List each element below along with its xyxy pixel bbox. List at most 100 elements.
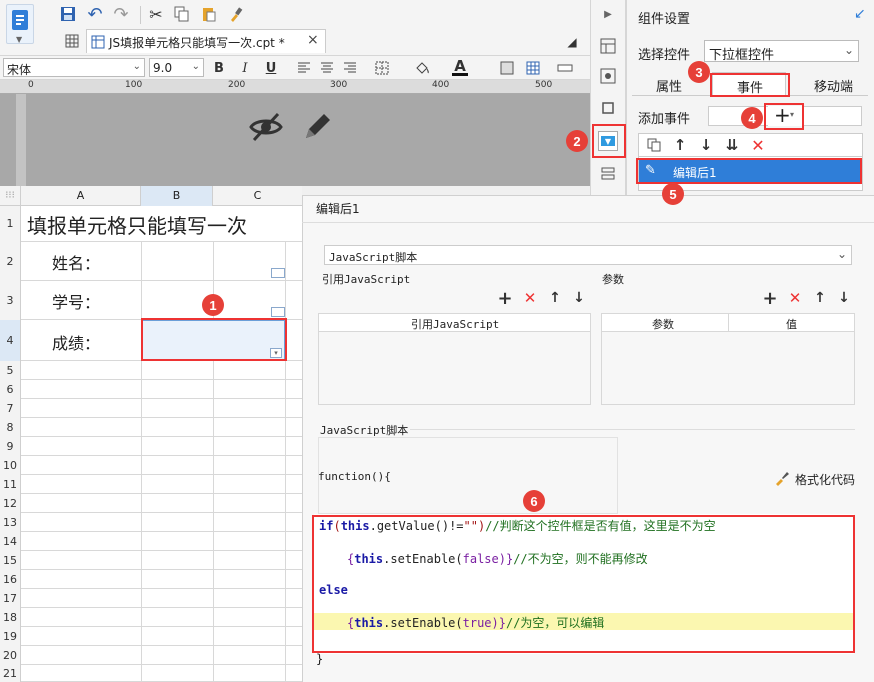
row-header[interactable]: 17 (0, 589, 21, 608)
cut-icon[interactable]: ✂ (146, 4, 166, 24)
column-header-c[interactable]: C (213, 186, 302, 206)
row-header[interactable]: 2 (0, 242, 21, 281)
annotation-badge-3: 3 (688, 61, 710, 83)
condition-icon[interactable] (598, 164, 618, 184)
vertical-ruler (16, 94, 26, 186)
sheet-row (0, 665, 302, 682)
save-icon[interactable] (58, 4, 78, 24)
table-icon[interactable] (523, 58, 543, 78)
row-header[interactable]: 4 (0, 320, 21, 361)
annotation-box-6 (312, 515, 855, 653)
paste-icon[interactable] (199, 4, 219, 24)
bold-button[interactable]: B (209, 58, 229, 78)
merge-cells-icon[interactable] (497, 58, 517, 78)
sheet-row (0, 437, 302, 456)
close-tab-icon[interactable]: × (307, 32, 319, 48)
delete-param-icon[interactable]: ✕ (785, 288, 805, 308)
row-header[interactable]: 3 (0, 281, 21, 320)
param-up-icon[interactable]: ↑ (810, 288, 830, 308)
app-logo-icon[interactable]: ▼ (6, 4, 34, 44)
panel-title: 组件设置 (638, 12, 691, 27)
report-tab[interactable]: JS填报单元格只能填写一次.cpt * × (86, 29, 326, 53)
row-header[interactable]: 11 (0, 475, 21, 494)
select-widget-dropdown[interactable]: 下拉框控件 ⌄ (704, 40, 859, 63)
sheet-title: 填报单元格只能填写一次 (27, 214, 247, 238)
move-bottom-icon[interactable]: ⇊ (722, 135, 742, 155)
row-header[interactable]: 10 (0, 456, 21, 475)
row-header[interactable]: 9 (0, 437, 21, 456)
report-tab-title: JS填报单元格只能填写一次.cpt * (109, 36, 285, 50)
row-header[interactable]: 5 (0, 361, 21, 380)
annotation-box-4 (764, 103, 804, 130)
align-right-icon[interactable] (340, 58, 360, 78)
copy-icon[interactable] (172, 4, 192, 24)
fill-color-icon[interactable] (412, 58, 432, 78)
add-ref-js-icon[interactable]: + (495, 288, 515, 309)
row-header[interactable]: 7 (0, 399, 21, 418)
script-type-select[interactable]: JavaScript脚本 ⌄ (324, 245, 852, 265)
cell-attr-icon[interactable] (598, 36, 618, 56)
script-divider (410, 429, 855, 430)
tab-properties[interactable]: 属性 (656, 76, 682, 95)
add-param-icon[interactable]: + (760, 288, 780, 309)
dialog-title: 编辑后1 (316, 202, 360, 216)
annotation-box-3 (710, 73, 790, 97)
column-header-a[interactable]: A (21, 186, 141, 206)
annotation-badge-4: 4 (741, 107, 763, 129)
align-left-icon[interactable] (294, 58, 314, 78)
border-icon[interactable] (372, 58, 392, 78)
delete-event-icon[interactable]: ✕ (748, 135, 768, 155)
select-widget-label: 选择控件 (638, 48, 691, 63)
row-header[interactable]: 21 (0, 665, 21, 682)
move-down-icon[interactable]: ↓ (696, 135, 716, 155)
row-header[interactable]: 16 (0, 570, 21, 589)
column-header-b[interactable]: B (141, 186, 213, 206)
param-col-divider (728, 314, 729, 332)
row-header[interactable]: 15 (0, 551, 21, 570)
font-family-select[interactable]: 宋体 ⌄ (3, 58, 145, 77)
grid-view-icon[interactable] (62, 31, 82, 51)
select-all-corner[interactable]: ⁝⁝⁝ (0, 186, 21, 206)
row-header[interactable]: 6 (0, 380, 21, 399)
redo-icon[interactable]: ↷ (111, 4, 131, 25)
edit-pencil-icon[interactable] (300, 110, 334, 144)
style-icon[interactable] (598, 66, 618, 86)
format-code-button[interactable]: 格式化代码 (774, 470, 860, 488)
tab-mobile[interactable]: 移动端 (814, 76, 853, 95)
annotation-badge-6: 6 (523, 490, 545, 512)
align-center-icon[interactable] (317, 58, 337, 78)
row-header[interactable]: 18 (0, 608, 21, 627)
row-header[interactable]: 12 (0, 494, 21, 513)
copy-event-icon[interactable] (644, 135, 664, 155)
annotation-box-2 (592, 124, 626, 158)
row-header[interactable]: 14 (0, 532, 21, 551)
sheet-row (0, 456, 302, 475)
sheet-row (0, 418, 302, 437)
underline-button[interactable]: U (261, 58, 281, 78)
row-header[interactable]: 8 (0, 418, 21, 437)
param-down-icon[interactable]: ↓ (834, 288, 854, 308)
sheet-row (0, 380, 302, 399)
row-header[interactable]: 20 (0, 646, 21, 665)
move-up-icon[interactable]: ↑ (670, 135, 690, 155)
sheet-row (0, 513, 302, 532)
expand-right-icon[interactable]: ▶ (598, 4, 618, 24)
italic-button[interactable]: I (235, 58, 255, 78)
font-size-select[interactable]: 9.0 ⌄ (149, 58, 204, 77)
undo-icon[interactable]: ↶ (85, 4, 105, 25)
parameter-pane (0, 94, 590, 186)
more-tools-icon[interactable] (555, 58, 575, 78)
row-header[interactable]: 13 (0, 513, 21, 532)
annotation-box-5 (636, 158, 862, 184)
crop-icon[interactable] (598, 98, 618, 118)
row-header[interactable]: 19 (0, 627, 21, 646)
hide-icon[interactable] (248, 110, 284, 144)
panel-collapse-icon[interactable]: ↙ (854, 6, 866, 22)
annotation-box-1 (141, 318, 287, 361)
row-header[interactable]: 1 (0, 206, 21, 242)
ref-down-icon[interactable]: ↓ (569, 288, 589, 308)
tab-menu-icon[interactable]: ◢ (562, 32, 582, 52)
format-painter-icon[interactable] (226, 4, 246, 24)
ref-up-icon[interactable]: ↑ (545, 288, 565, 308)
delete-ref-js-icon[interactable]: ✕ (520, 288, 540, 308)
